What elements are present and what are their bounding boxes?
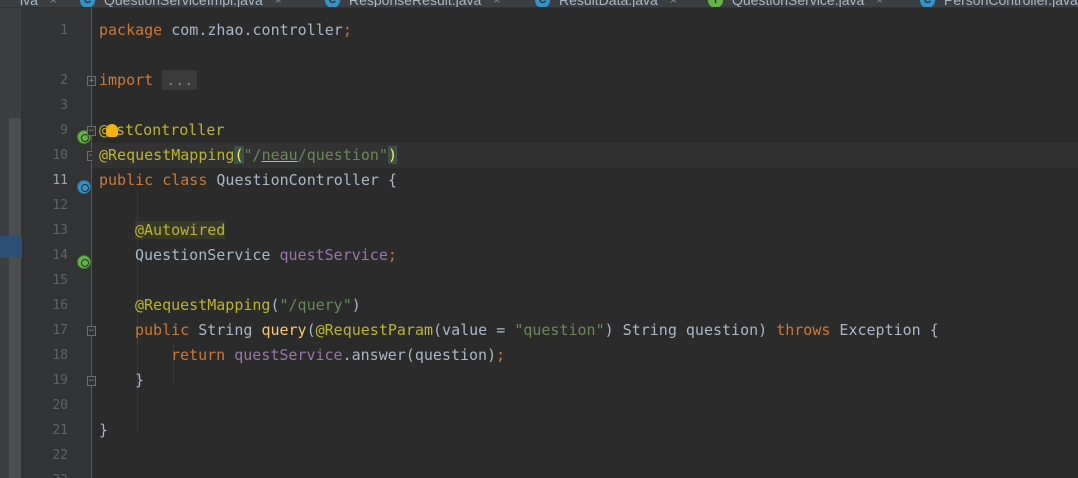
line-number: 15: [52, 273, 68, 288]
tab-resultdata[interactable]: C ResultData.java ×: [535, 0, 677, 8]
scroll-selection-marker: [0, 236, 22, 258]
tab-close-icon[interactable]: ×: [876, 0, 883, 7]
line-number: 13: [52, 223, 68, 238]
line-number-current: 11: [52, 173, 68, 188]
tab-responseresult[interactable]: C ResponseResult.java ×: [325, 0, 500, 8]
line-number: 9: [60, 123, 68, 138]
code-line-15: QuestionService questService;: [135, 246, 397, 264]
editor-gutter: 1 2 3 9 10 11 12 13 14 15 16 17 18 19 20…: [22, 8, 92, 478]
tab-iva[interactable]: iva ×: [20, 0, 57, 8]
line-number: 16: [52, 298, 68, 313]
tab-label: ResponseResult.java: [349, 0, 482, 8]
tab-questionserviceimpl[interactable]: C QuestionServiceImpl.java ×: [80, 0, 282, 8]
line-number: 18: [52, 348, 68, 363]
line-number: 21: [52, 423, 68, 438]
line-number: 19: [52, 373, 68, 388]
code-line-10: @ stController: [99, 121, 225, 139]
folded-imports[interactable]: ...: [162, 70, 198, 90]
editor-tab-bar: iva × C QuestionServiceImpl.java × C Res…: [0, 0, 1078, 8]
line-number: 12: [52, 198, 68, 213]
code-line-19: return questService.answer(question);: [171, 346, 506, 364]
tab-label: QuestionService.java: [732, 0, 865, 8]
tab-label: PersonController.java: [944, 0, 1078, 8]
class-icon: C: [535, 0, 550, 7]
code-line-20: }: [135, 371, 145, 389]
spring-controller-icon[interactable]: [77, 180, 91, 194]
line-number: 17: [52, 323, 68, 338]
line-number: 14: [52, 248, 68, 263]
code-line-11: @RequestMapping("/neau/question"): [99, 146, 398, 164]
line-number: 23: [44, 468, 68, 478]
line-number: 20: [52, 398, 68, 413]
line-number: 3: [60, 98, 68, 113]
code-line-3: import ...: [99, 68, 198, 93]
tab-personcontroller[interactable]: C PersonController.java: [920, 0, 1078, 8]
class-icon: C: [920, 0, 935, 7]
line-number: 1: [60, 23, 68, 38]
code-line-22: }: [99, 421, 109, 439]
code-line-12: public class QuestionController {: [99, 171, 398, 189]
line-number: 22: [52, 448, 68, 463]
tab-close-icon[interactable]: ×: [50, 0, 57, 7]
tab-questionservice[interactable]: I QuestionService.java ×: [708, 0, 883, 8]
code-line-18: public String query(@RequestParam(value …: [135, 321, 939, 339]
line-number: 10: [52, 148, 68, 163]
code-line-1: package com.zhao.controller;: [99, 21, 352, 39]
interface-icon: I: [708, 0, 723, 7]
tab-close-icon[interactable]: ×: [275, 0, 282, 7]
tab-label: QuestionServiceImpl.java: [104, 0, 263, 8]
tab-close-icon[interactable]: ×: [670, 0, 677, 7]
tab-label: ResultData.java: [559, 0, 658, 8]
line-number: 2: [60, 73, 68, 88]
tab-close-icon[interactable]: ×: [493, 0, 500, 7]
left-tool-strip: [0, 8, 22, 478]
code-line-14: @Autowired: [135, 221, 226, 239]
structure-scroll-rail[interactable]: [9, 118, 21, 478]
class-icon: C: [325, 0, 340, 7]
code-line-17: @RequestMapping("/query"): [135, 296, 361, 314]
autowired-navigate-icon[interactable]: [77, 255, 91, 269]
code-editor[interactable]: package com.zhao.controller; import ... …: [92, 8, 1078, 478]
tab-label: iva: [20, 0, 38, 8]
class-icon: C: [80, 0, 95, 7]
